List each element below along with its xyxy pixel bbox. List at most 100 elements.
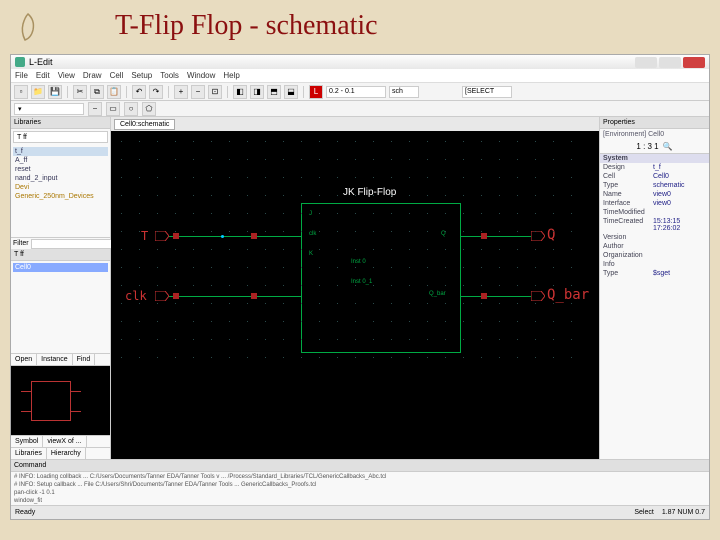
menu-setup[interactable]: Setup (131, 71, 152, 80)
lib-item[interactable]: reset (13, 165, 108, 174)
log-line: window_fit (14, 497, 706, 505)
tool-zoom-fit[interactable]: ⊡ (208, 85, 222, 99)
menu-tools[interactable]: Tools (160, 71, 179, 80)
scale-field[interactable]: 0.2 - 0.1 (326, 86, 386, 98)
tool-new[interactable]: ▫ (14, 85, 28, 99)
status-coords: 1.87 NUM 0.7 (662, 509, 705, 516)
prop-key: TimeModified (603, 209, 653, 216)
tool-zoom-out[interactable]: − (191, 85, 205, 99)
tool-copy[interactable]: ⧉ (90, 85, 104, 99)
prop-key: Type (603, 270, 653, 277)
wire (169, 236, 301, 237)
tab-open[interactable]: Open (11, 354, 37, 365)
titlebar: L-Edit (11, 55, 709, 69)
pin-t-label: T (141, 229, 148, 243)
pin-clk-label: clk (125, 289, 147, 303)
lib-combo[interactable]: T ff (13, 131, 108, 143)
menu-draw[interactable]: Draw (83, 71, 102, 80)
tab-instance[interactable]: Instance (37, 354, 72, 365)
jk-flipflop-block (301, 203, 461, 353)
prop-key: Info (603, 261, 653, 268)
menu-edit[interactable]: Edit (36, 71, 50, 80)
menu-window[interactable]: Window (187, 71, 215, 80)
prop-key: Author (603, 243, 653, 250)
tool-redo[interactable]: ↷ (149, 85, 163, 99)
lib-item[interactable]: Generic_250nm_Devices (13, 192, 108, 201)
tool-wire[interactable]: ⎯ (88, 102, 102, 116)
menu-view[interactable]: View (58, 71, 75, 80)
prop-key: Cell (603, 173, 653, 180)
minimize-button[interactable] (635, 57, 657, 68)
tool-undo[interactable]: ↶ (132, 85, 146, 99)
schematic-canvas[interactable]: JK Flip-Flop T clk Q Q_bar J clk K Inst … (111, 131, 599, 459)
block-label: JK Flip-Flop (341, 187, 398, 198)
zoom-in-icon[interactable]: 🔍 (663, 142, 673, 151)
tool-circle[interactable]: ○ (124, 102, 138, 116)
command-header: Command (11, 460, 709, 472)
tool-save[interactable]: 💾 (48, 85, 62, 99)
tool-misc3[interactable]: ⬒ (267, 85, 281, 99)
menu-file[interactable]: File (15, 71, 28, 80)
tab-viewx[interactable]: viewX of ... (43, 436, 86, 447)
filter-label: Filter (13, 240, 29, 247)
tool-open[interactable]: 📁 (31, 85, 45, 99)
tool-cut[interactable]: ✂ (73, 85, 87, 99)
tab-hierarchy[interactable]: Hierarchy (47, 448, 86, 459)
tab-symbol[interactable]: Symbol (11, 436, 43, 447)
tool-misc4[interactable]: ⬓ (284, 85, 298, 99)
net-combo[interactable]: ▾ (14, 103, 84, 115)
cell-item-selected[interactable]: Cell0 (13, 263, 108, 272)
lib-item[interactable]: nand_2_input (13, 174, 108, 183)
node (173, 293, 179, 299)
command-log: # INFO: Loading collback ... C:/Users/Do… (11, 472, 709, 505)
lib-item[interactable]: A_ff (13, 156, 108, 165)
properties-subheader: [Environment] Cell0 (600, 129, 709, 140)
tab-libraries[interactable]: Libraries (11, 448, 47, 459)
left-tabs: Open Instance Find (11, 353, 110, 365)
tool-misc2[interactable]: ◨ (250, 85, 264, 99)
tool-layer[interactable]: L (309, 85, 323, 99)
prop-val (653, 209, 706, 216)
menu-help[interactable]: Help (223, 71, 239, 80)
bottom-nav-tabs: Libraries Hierarchy (11, 447, 110, 459)
menu-cell[interactable]: Cell (110, 71, 124, 80)
system-group[interactable]: System (603, 155, 653, 162)
canvas-tabs: Cell0:schematic (111, 117, 599, 131)
log-line: # INFO: Loading collback ... C:/Users/Do… (14, 473, 706, 481)
tool-poly[interactable]: ⬠ (142, 102, 156, 116)
close-button[interactable] (683, 57, 705, 68)
pin-qbar-label: Q_bar (547, 287, 589, 303)
lib-item[interactable]: t_f (13, 147, 108, 156)
port-out-icon (531, 291, 545, 301)
prop-val (653, 243, 706, 250)
libraries-header: Libraries (11, 117, 110, 129)
prop-key: Design (603, 164, 653, 171)
log-line: # INFO: Setup callback ... File C:/Users… (14, 481, 706, 489)
canvas-tab[interactable]: Cell0:schematic (114, 119, 175, 130)
prop-val: 15:13:15 17:26:02 (653, 218, 706, 232)
zoom-display: 1 : 3 1 (636, 142, 658, 151)
wire (169, 296, 301, 297)
tool-zoom-in[interactable]: + (174, 85, 188, 99)
menubar: File Edit View Draw Cell Setup Tools Win… (11, 69, 709, 83)
leaf-icon (15, 12, 41, 42)
prop-val: view0 (653, 191, 706, 198)
tool-paste[interactable]: 📋 (107, 85, 121, 99)
node (481, 293, 487, 299)
junction (221, 235, 224, 238)
toolbar-secondary: ▾ ⎯ ▭ ○ ⬠ (11, 101, 709, 117)
block-pin-k: K (309, 251, 313, 257)
tool-misc1[interactable]: ◧ (233, 85, 247, 99)
lib-item[interactable]: Devi (13, 183, 108, 192)
unit-field[interactable]: sch (389, 86, 419, 98)
node (481, 233, 487, 239)
tool-rect[interactable]: ▭ (106, 102, 120, 116)
node (173, 233, 179, 239)
symbol-preview (11, 365, 110, 435)
block-pin-j: J (309, 211, 312, 217)
command-area: Command # INFO: Loading collback ... C:/… (11, 459, 709, 505)
maximize-button[interactable] (659, 57, 681, 68)
tab-find[interactable]: Find (73, 354, 96, 365)
inst-label-a: Inst 0 (351, 259, 366, 265)
cells-header: T ff (11, 249, 110, 261)
